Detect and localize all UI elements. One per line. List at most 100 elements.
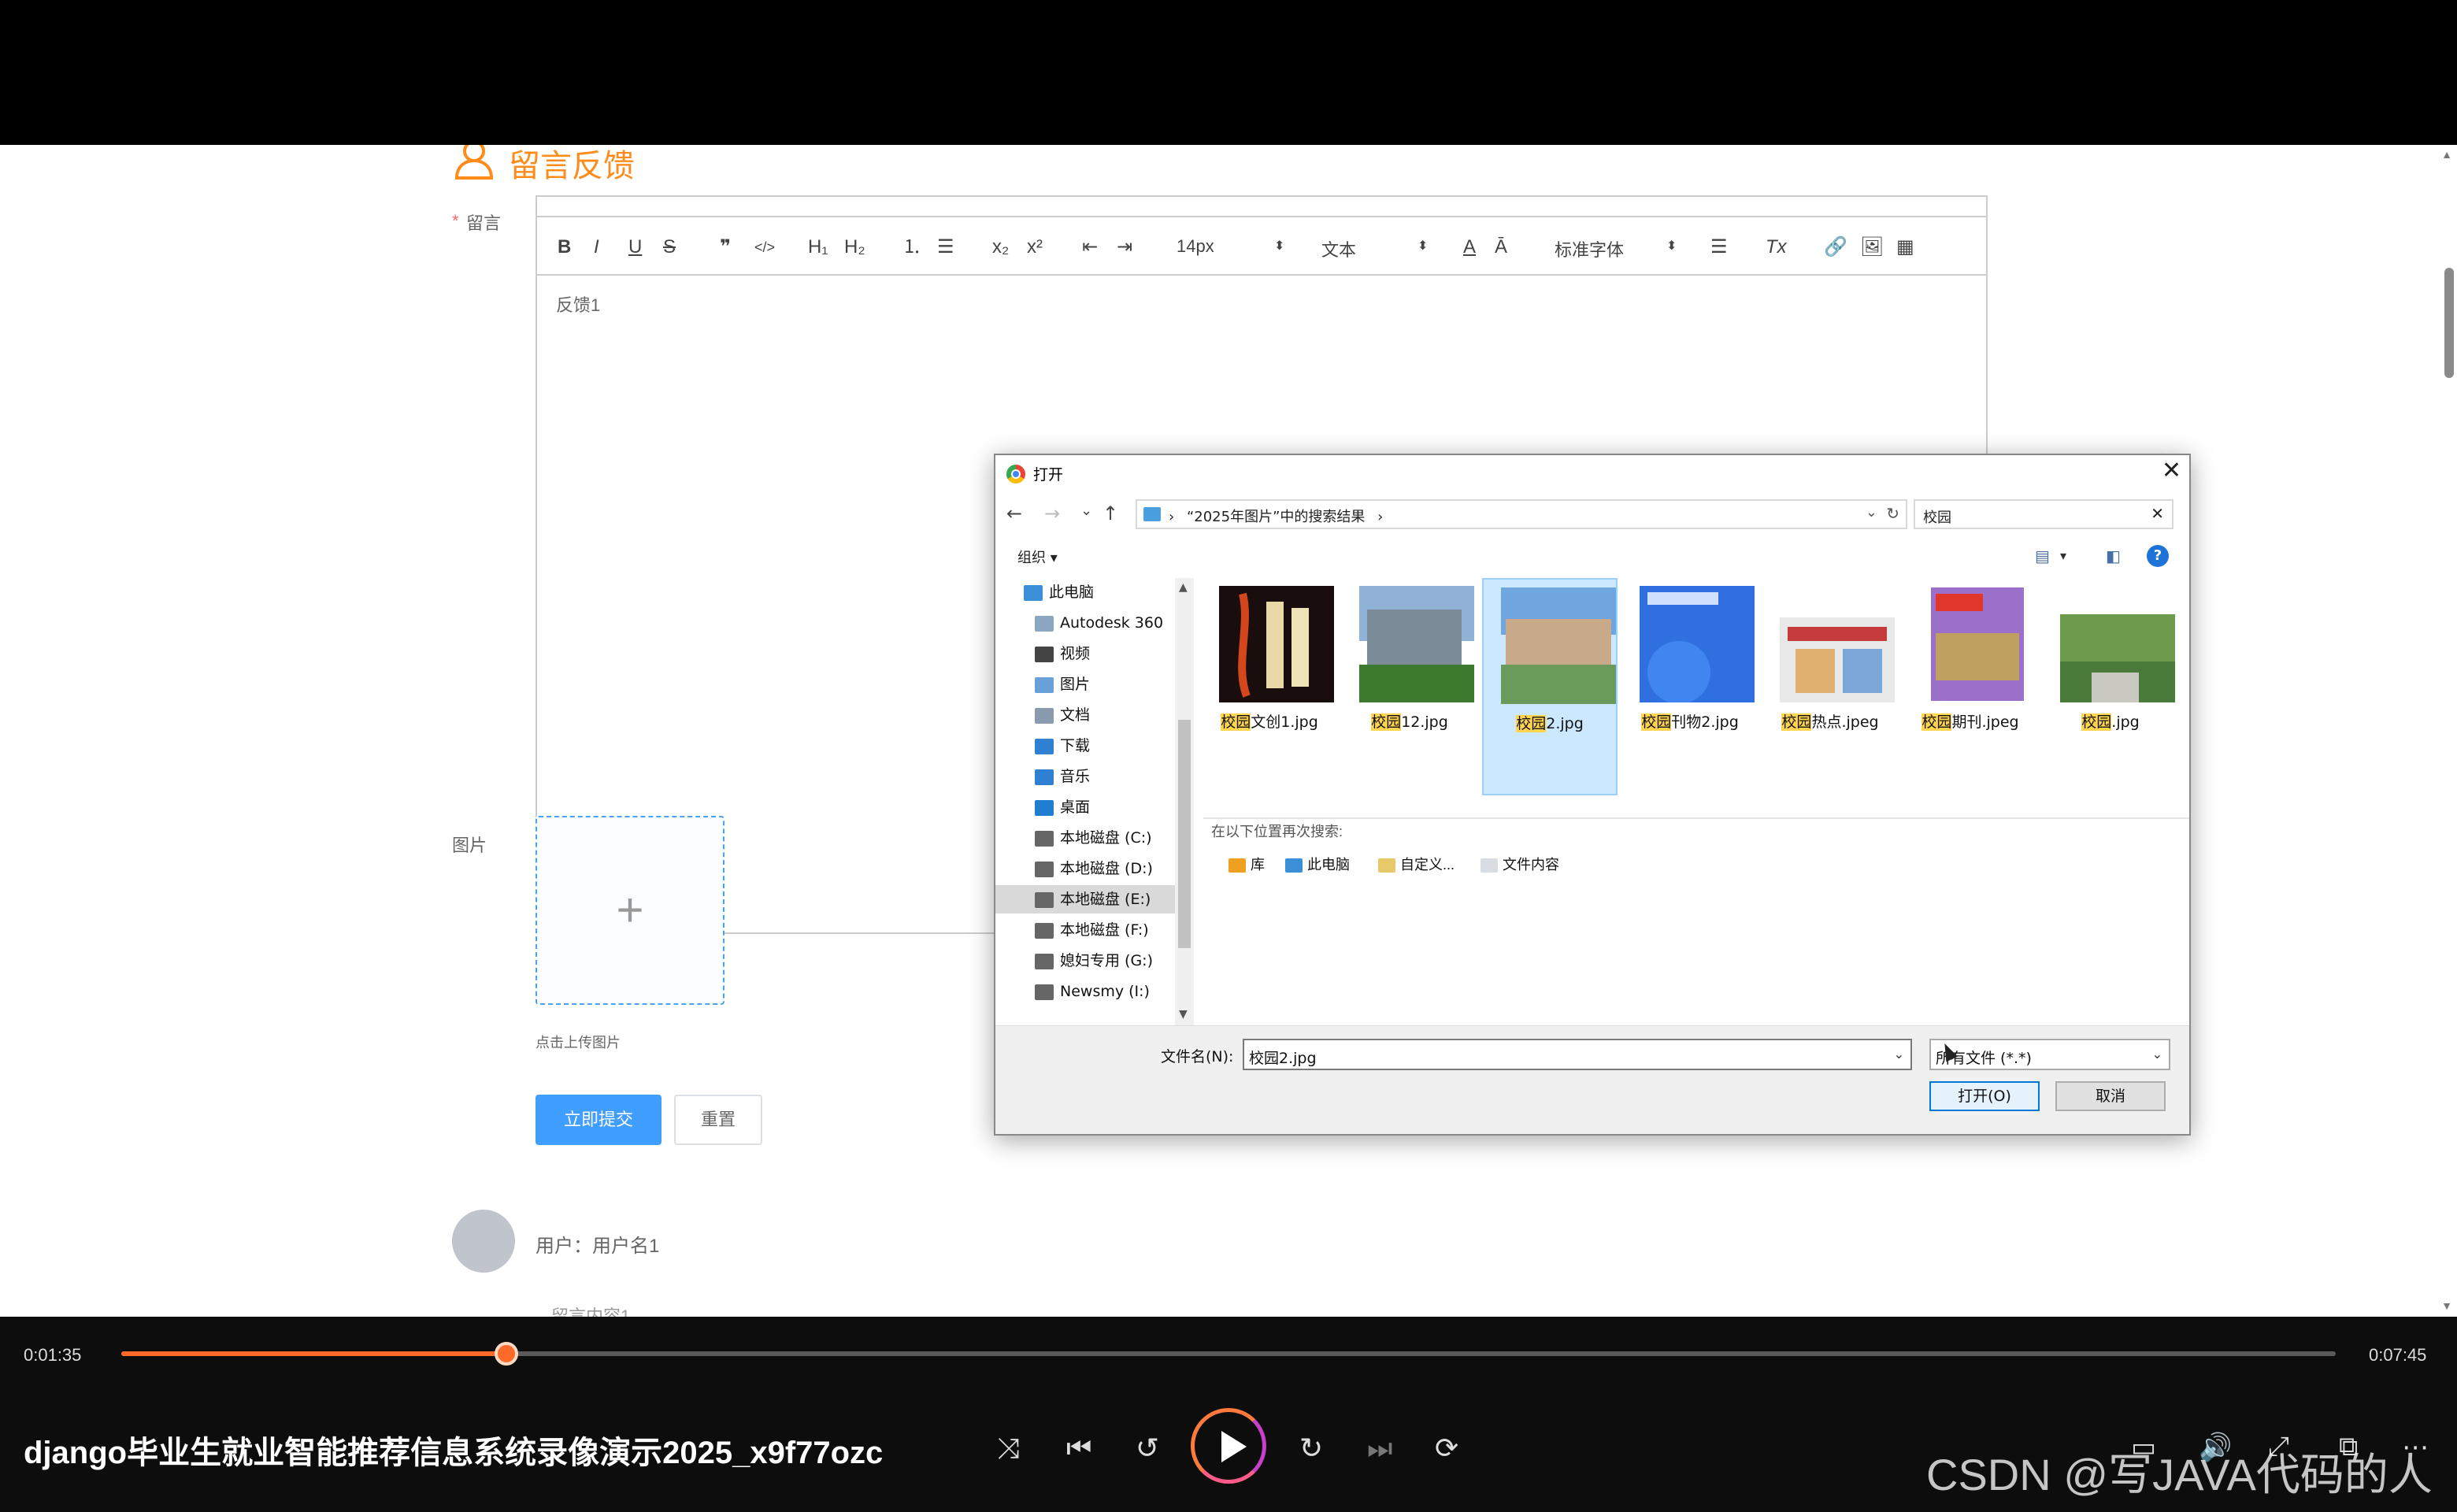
scrollbar-thumb[interactable] — [1178, 720, 1191, 948]
tree-item-videos[interactable]: 视频 — [1035, 639, 1199, 668]
file-item[interactable]: 校园刊物2.jpg — [1622, 581, 1758, 795]
background-color-button[interactable]: Ā — [1495, 238, 1507, 257]
quote-button[interactable]: ❞ — [720, 238, 731, 257]
file-item[interactable]: 校园12.jpg — [1342, 581, 1477, 795]
address-path: › “2025年图片”中的搜索结果 › — [1169, 506, 1383, 526]
navigation-bar: ← → ⌄ ↑ › “2025年图片”中的搜索结果 › ⌄ ↻ 校园 ✕ — [995, 496, 2189, 531]
code-button[interactable]: </> — [754, 238, 775, 257]
tree-item-drive-i[interactable]: Newsmy (I:) — [1035, 977, 1199, 1006]
file-item[interactable]: 校园.jpg — [2043, 581, 2178, 795]
tree-item-downloads[interactable]: 下载 — [1035, 732, 1199, 760]
play-button[interactable] — [1191, 1408, 1266, 1484]
refresh-icon[interactable]: ↻ — [1886, 504, 1899, 523]
image-upload-box[interactable]: + — [536, 816, 724, 1005]
scrollbar-thumb[interactable] — [2444, 268, 2454, 378]
tree-item-documents[interactable]: 文档 — [1035, 701, 1199, 729]
progress-bar[interactable] — [121, 1342, 2336, 1366]
user-feedback-icon — [454, 145, 494, 180]
h2-button[interactable]: H₂ — [844, 238, 865, 257]
clear-format-button[interactable]: Tx — [1766, 238, 1787, 257]
format-select[interactable]: 文本 ⬍ — [1321, 236, 1432, 261]
chevron-down-icon[interactable]: ⌄ — [1866, 504, 1877, 521]
search-location-library[interactable]: 库 — [1228, 854, 1265, 874]
tree-item-pictures[interactable]: 图片 — [1035, 670, 1199, 699]
image-button[interactable]: 🖼 — [1860, 238, 1884, 257]
drive-icon — [1035, 922, 1054, 939]
tree-item-desktop[interactable]: 桌面 — [1035, 793, 1199, 821]
forward-arrow-icon[interactable]: → — [1044, 502, 1060, 524]
tree-item-drive-e[interactable]: 本地磁盘 (E:) — [995, 885, 1175, 914]
tree-scrollbar[interactable]: ▲ ▼ — [1175, 578, 1194, 1025]
cancel-button[interactable]: 取消 — [2055, 1081, 2166, 1111]
page-scrollbar[interactable]: ▲ ▼ — [2438, 145, 2457, 1317]
tree-item-this-pc[interactable]: 此电脑 — [1024, 578, 1188, 606]
subscript-button[interactable]: x₂ — [992, 238, 1009, 257]
search-location-file-contents[interactable]: 文件内容 — [1480, 854, 1559, 874]
scroll-down-icon[interactable]: ▼ — [2441, 1299, 2452, 1312]
image-thumbnail — [1931, 587, 2024, 701]
bullet-list-button[interactable]: ☰ — [937, 238, 954, 257]
chevron-down-icon[interactable]: ⌄ — [1894, 1047, 1904, 1062]
font-family-select[interactable]: 标准字体 ⬍ — [1555, 236, 1681, 261]
search-location-this-pc[interactable]: 此电脑 — [1285, 854, 1350, 874]
open-button[interactable]: 打开(O) — [1929, 1081, 2040, 1111]
shuffle-icon[interactable]: ⤨ — [997, 1432, 1020, 1466]
ordered-list-button[interactable]: ⒈ — [902, 238, 921, 257]
file-item[interactable]: 校园期刊.jpeg — [1903, 581, 2038, 795]
file-item[interactable]: 校园文创1.jpg — [1202, 581, 1337, 795]
repeat-icon[interactable]: ⟳ — [1435, 1432, 1458, 1465]
search-input[interactable]: 校园 ✕ — [1914, 499, 2174, 529]
address-text: “2025年图片”中的搜索结果 — [1186, 509, 1366, 525]
up-arrow-icon[interactable]: ↑ — [1102, 502, 1118, 524]
scroll-up-icon[interactable]: ▲ — [1179, 581, 1188, 594]
editor-content[interactable]: 反馈1 — [556, 291, 600, 317]
file-name-field[interactable]: 校园2.jpg ⌄ — [1243, 1039, 1912, 1070]
font-color-button[interactable]: A — [1463, 238, 1476, 257]
italic-button[interactable]: I — [594, 238, 599, 257]
file-type-select[interactable]: 所有文件 (*.*) ⌄ — [1929, 1039, 2170, 1070]
file-item[interactable]: 校园热点.jpeg — [1762, 581, 1898, 795]
scroll-up-icon[interactable]: ▲ — [2441, 148, 2452, 161]
previous-icon[interactable]: ⏮ — [1066, 1432, 1091, 1466]
tree-item-drive-f[interactable]: 本地磁盘 (F:) — [1035, 916, 1199, 944]
font-size-select[interactable]: 14px ⬍ — [1177, 236, 1287, 257]
strike-button[interactable]: S — [663, 238, 676, 257]
address-bar[interactable]: › “2025年图片”中的搜索结果 › ⌄ ↻ — [1136, 499, 1907, 529]
elapsed-time: 0:01:35 — [24, 1345, 82, 1365]
close-icon[interactable]: ✕ — [2162, 457, 2181, 484]
back-arrow-icon[interactable]: ← — [1006, 502, 1022, 524]
link-button[interactable]: 🔗 — [1824, 238, 1847, 257]
tree-item-drive-d[interactable]: 本地磁盘 (D:) — [1035, 854, 1199, 883]
reset-button[interactable]: 重置 — [674, 1095, 762, 1145]
preview-pane-icon[interactable]: ◧ — [2106, 547, 2121, 565]
outdent-button[interactable]: ⇤ — [1082, 238, 1098, 257]
underline-button[interactable]: U — [628, 238, 642, 257]
align-button[interactable]: ☰ — [1710, 238, 1728, 257]
search-location-custom[interactable]: 自定义... — [1378, 854, 1455, 874]
bold-button[interactable]: B — [558, 238, 571, 257]
superscript-button[interactable]: x² — [1027, 238, 1043, 257]
h1-button[interactable]: H₁ — [808, 238, 828, 257]
progress-knob[interactable] — [495, 1342, 519, 1366]
scroll-down-icon[interactable]: ▼ — [1179, 1008, 1188, 1021]
help-icon[interactable]: ? — [2147, 545, 2169, 567]
file-item-selected[interactable]: 校园2.jpg — [1482, 578, 1618, 795]
rewind-icon[interactable]: ↺ — [1136, 1432, 1159, 1465]
organize-menu[interactable]: 组织 ▾ — [1017, 547, 1058, 567]
tree-item-label: 媳妇专用 (G:) — [1060, 952, 1153, 969]
video-button[interactable]: ▦ — [1896, 238, 1914, 257]
recent-locations-icon[interactable]: ⌄ — [1080, 502, 1092, 519]
indent-button[interactable]: ⇥ — [1117, 238, 1132, 257]
clear-search-icon[interactable]: ✕ — [2151, 504, 2164, 523]
tree-item-autodesk[interactable]: Autodesk 360 — [1035, 609, 1199, 637]
view-dropdown-icon[interactable]: ▾ — [2060, 548, 2066, 563]
tree-item-music[interactable]: 音乐 — [1035, 762, 1199, 791]
next-icon[interactable]: ⏭ — [1367, 1432, 1392, 1466]
view-layout-icon[interactable]: ▤ — [2035, 547, 2050, 565]
tree-item-drive-c[interactable]: 本地磁盘 (C:) — [1035, 824, 1199, 852]
chevron-down-icon[interactable]: ⌄ — [2152, 1047, 2162, 1062]
pictures-folder-icon — [1035, 676, 1054, 693]
tree-item-drive-g[interactable]: 媳妇专用 (G:) — [1035, 947, 1199, 975]
fast-forward-icon[interactable]: ↻ — [1299, 1432, 1323, 1465]
submit-button[interactable]: 立即提交 — [536, 1095, 662, 1145]
